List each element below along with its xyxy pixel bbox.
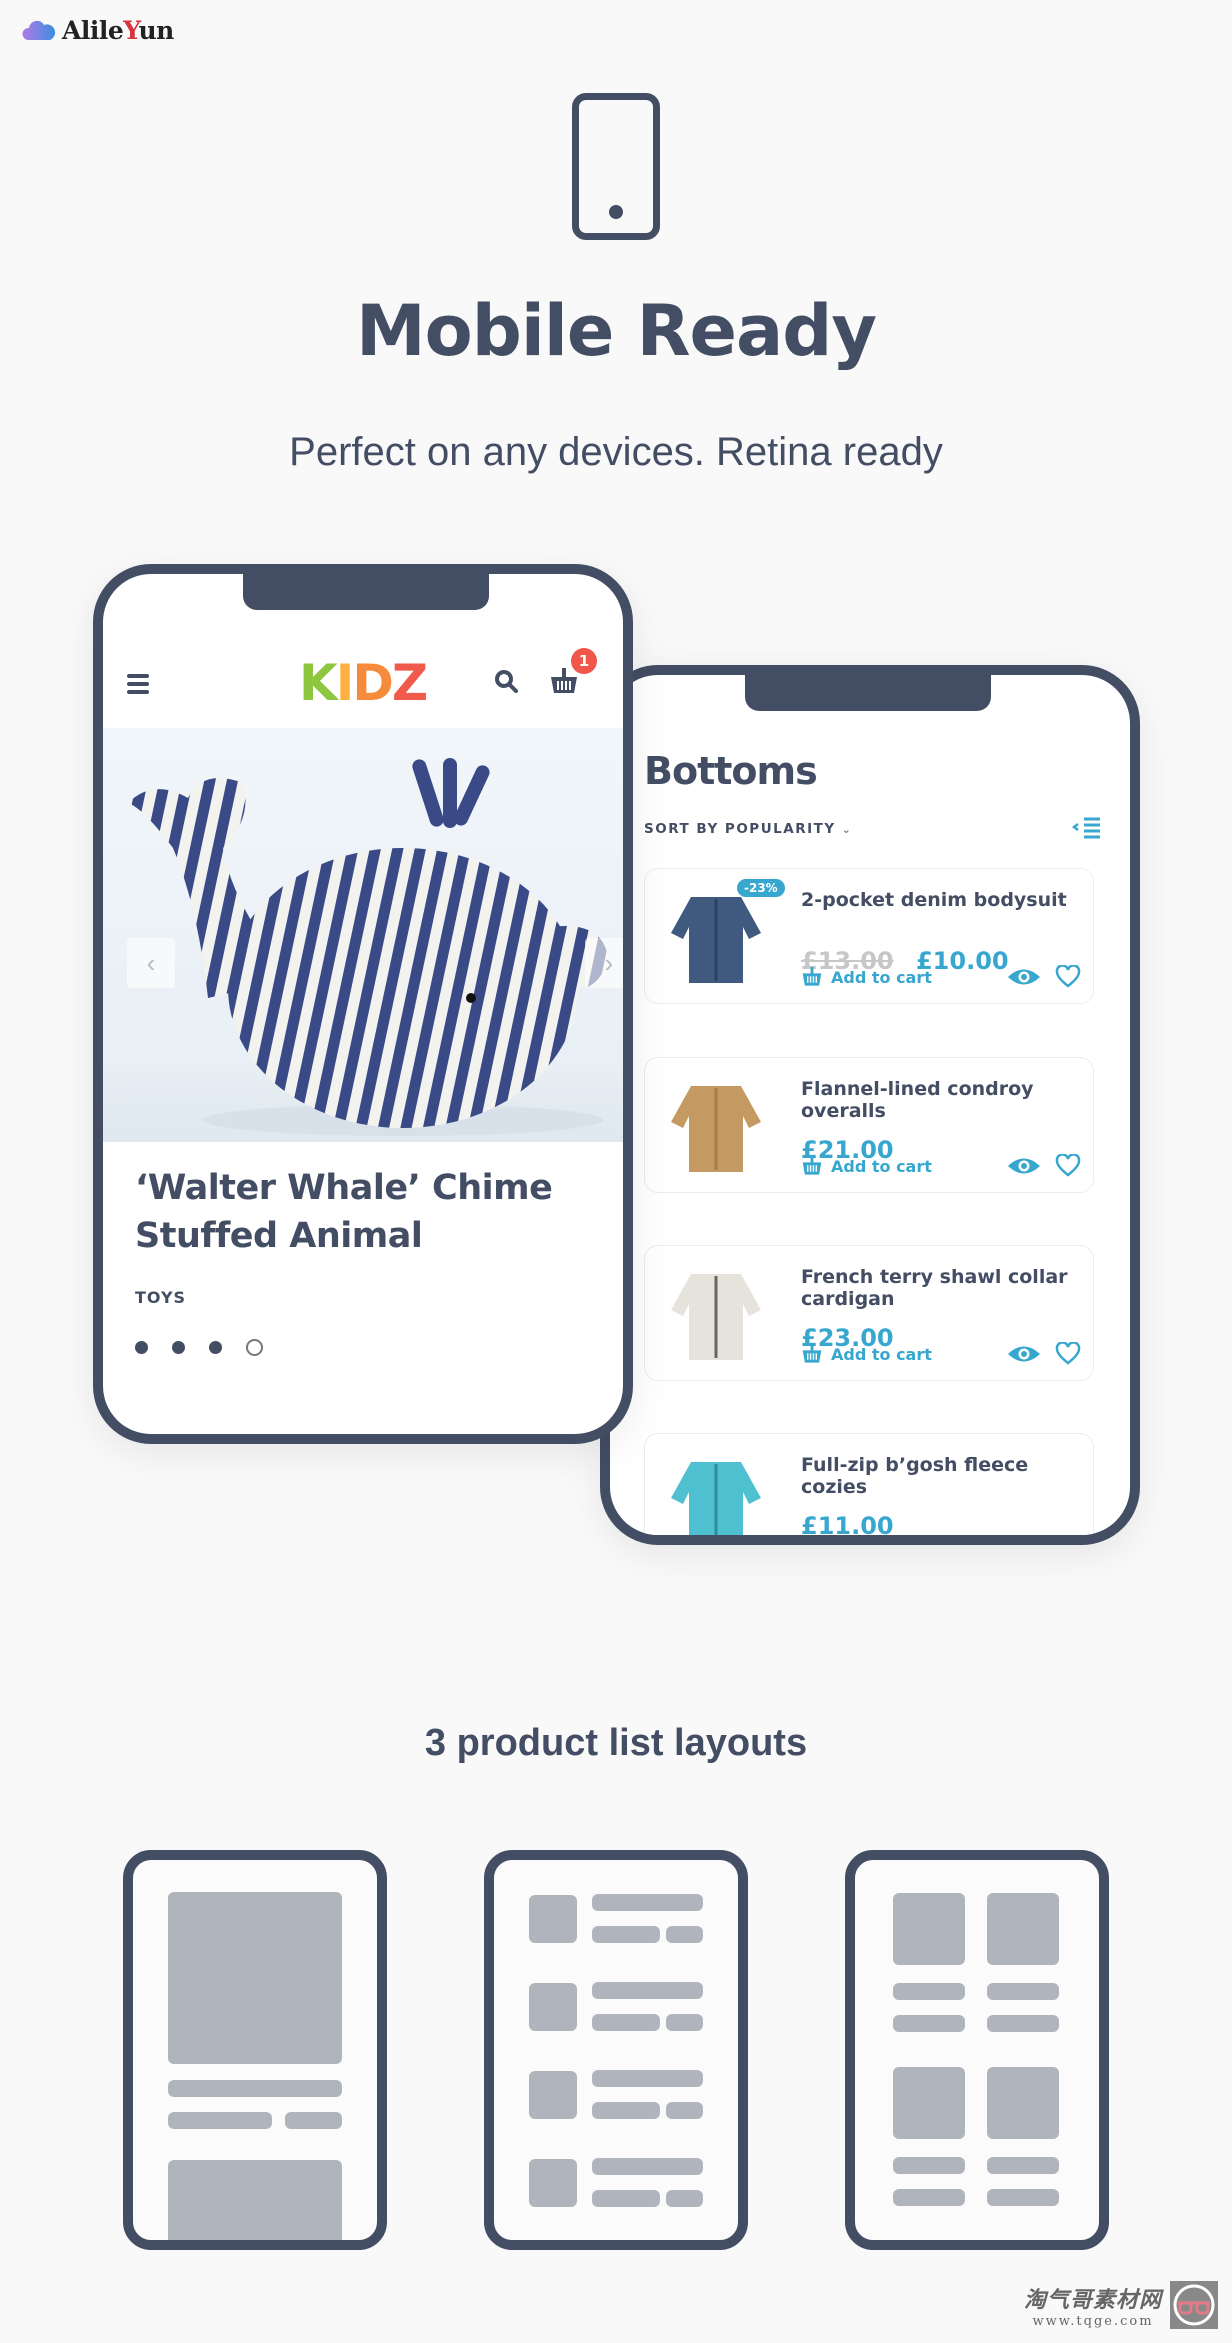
pagination-dot[interactable] xyxy=(209,1341,222,1354)
smartphone-icon xyxy=(572,93,660,240)
phone-notch xyxy=(745,675,991,711)
wishlist-heart-icon[interactable] xyxy=(1055,965,1081,989)
sort-label: SORT BY POPULARITY xyxy=(644,821,836,837)
slider-next-button[interactable]: › xyxy=(585,938,623,988)
category-title: Bottoms xyxy=(644,749,818,793)
layout-two-column-grid xyxy=(845,1850,1109,2250)
product-image-whale: ‹ › xyxy=(103,728,623,1142)
layout-list xyxy=(484,1850,748,2250)
quick-view-eye-icon[interactable] xyxy=(1007,1343,1041,1365)
product-thumbnail[interactable] xyxy=(661,1072,771,1180)
hamburger-menu-icon[interactable] xyxy=(127,674,149,698)
cloud-icon xyxy=(22,20,56,42)
product-name[interactable]: 2-pocket denim bodysuit xyxy=(801,889,1086,911)
add-to-cart-label: Add to cart xyxy=(831,1344,932,1364)
phone-mockup-product-list: Bottoms SORT BY POPULARITY ⌄ -23% 2-pocke… xyxy=(600,665,1140,1545)
product-card[interactable]: French terry shawl collar cardigan £23.0… xyxy=(644,1245,1094,1381)
phone-mockup-product-detail: KIDZ 1 ‹ › ‘Walter Whale’ Chime Stuffed … xyxy=(93,564,633,1444)
product-card[interactable]: -23% 2-pocket denim bodysuit £13.00 £10.… xyxy=(644,868,1094,1004)
chevron-down-icon: ⌄ xyxy=(841,823,853,836)
product-thumbnail[interactable] xyxy=(661,1260,771,1368)
layouts-title: 3 product list layouts xyxy=(424,1722,808,1764)
brand-name: AlileYun xyxy=(62,16,174,45)
product-title: ‘Walter Whale’ Chime Stuffed Animal xyxy=(135,1168,553,1256)
product-thumbnail[interactable] xyxy=(661,883,771,991)
product-category[interactable]: TOYS xyxy=(135,1288,186,1307)
sort-dropdown[interactable]: SORT BY POPULARITY ⌄ xyxy=(644,821,852,837)
product-name[interactable]: Full-zip b’gosh fleece cozies xyxy=(801,1454,1086,1498)
wishlist-heart-icon[interactable] xyxy=(1055,1154,1081,1178)
product-thumbnail[interactable] xyxy=(661,1448,771,1535)
brand-logo[interactable]: AlileYun xyxy=(22,16,174,45)
watermark-url: www.tqge.com xyxy=(1032,2313,1154,2329)
search-icon[interactable] xyxy=(493,668,519,694)
product-card[interactable]: Flannel-lined condroy overalls £21.00 Ad… xyxy=(644,1057,1094,1193)
pagination-dot[interactable] xyxy=(172,1341,185,1354)
add-to-cart-button[interactable]: Add to cart xyxy=(801,1156,932,1176)
slider-prev-button[interactable]: ‹ xyxy=(127,938,175,988)
glasses-logo-icon xyxy=(1170,2281,1218,2329)
product-price: £11.00 xyxy=(801,1512,894,1540)
quick-view-eye-icon[interactable] xyxy=(1007,966,1041,988)
add-to-cart-label: Add to cart xyxy=(831,1156,932,1176)
filter-list-icon[interactable] xyxy=(1072,815,1102,841)
discount-badge: -23% xyxy=(737,879,785,897)
slider-pagination xyxy=(135,1339,263,1356)
cart-count-badge: 1 xyxy=(571,648,597,674)
basket-icon xyxy=(802,967,822,986)
layout-single-column xyxy=(123,1850,387,2250)
product-name[interactable]: French terry shawl collar cardigan xyxy=(801,1266,1086,1310)
pagination-dot[interactable] xyxy=(135,1341,148,1354)
basket-icon xyxy=(802,1344,822,1363)
kidz-logo[interactable]: KIDZ xyxy=(299,654,428,712)
add-to-cart-button[interactable]: Add to cart xyxy=(801,967,932,987)
watermark-title: 淘气哥素材网 xyxy=(1023,2287,1162,2313)
app-header: KIDZ 1 xyxy=(103,636,623,726)
pagination-dot-active[interactable] xyxy=(246,1339,263,1356)
product-card[interactable]: Full-zip b’gosh fleece cozies £11.00 xyxy=(644,1433,1094,1540)
quick-view-eye-icon[interactable] xyxy=(1007,1155,1041,1177)
add-to-cart-label: Add to cart xyxy=(831,967,932,987)
page-title: Mobile Ready xyxy=(355,290,877,372)
current-price: £11.00 xyxy=(801,1512,894,1540)
page-subtitle: Perfect on any devices. Retina ready xyxy=(289,430,943,474)
wishlist-heart-icon[interactable] xyxy=(1055,1342,1081,1366)
watermark: 淘气哥素材网 www.tqge.com xyxy=(1024,2281,1218,2329)
product-name[interactable]: Flannel-lined condroy overalls xyxy=(801,1078,1086,1122)
phone-notch xyxy=(243,574,489,610)
add-to-cart-button[interactable]: Add to cart xyxy=(801,1344,932,1364)
basket-icon xyxy=(802,1156,822,1175)
